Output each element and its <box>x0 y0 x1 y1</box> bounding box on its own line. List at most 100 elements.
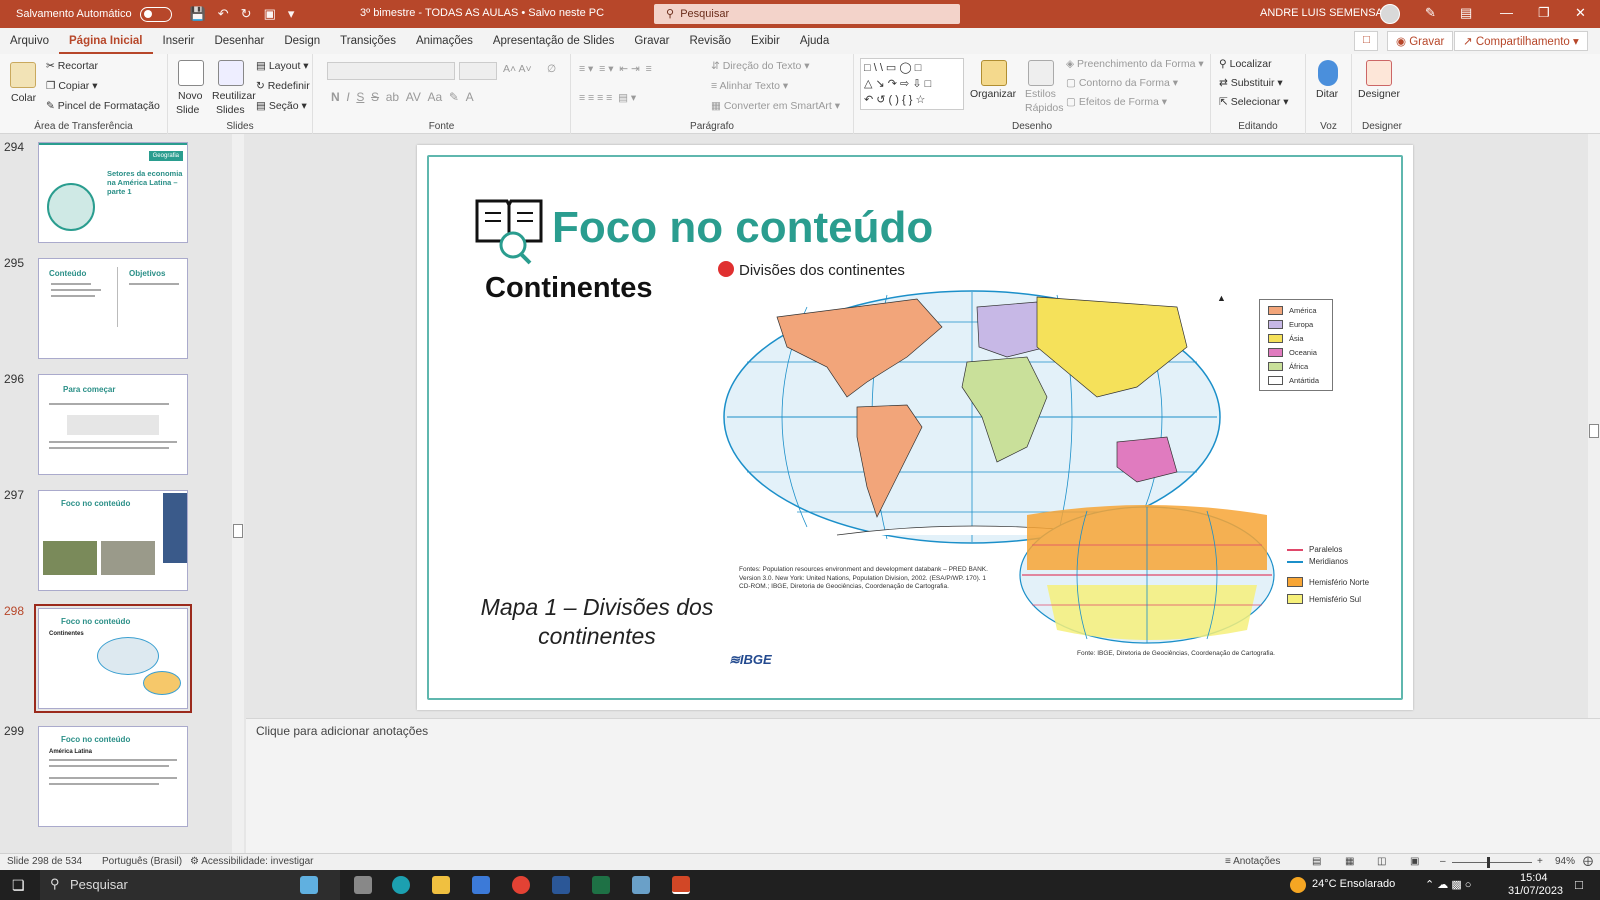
shape-fill-button[interactable]: ◈ Preenchimento da Forma ▾ <box>1066 58 1204 70</box>
align-icons[interactable]: ≡ ≡ ≡ ≡ ▤ ▾ <box>579 92 636 104</box>
notifications-icon[interactable]: □ <box>1575 877 1583 892</box>
zoom-in-icon[interactable]: + <box>1537 856 1543 867</box>
clock-time[interactable]: 15:04 <box>1520 872 1548 884</box>
zoom-out-icon[interactable]: – <box>1440 856 1446 867</box>
tab-transicoes[interactable]: Transições <box>330 28 406 54</box>
paste-button[interactable]: Colar <box>11 92 36 104</box>
ribbon-display-icon[interactable]: ▤ <box>1460 5 1472 21</box>
language-status[interactable]: Português (Brasil) <box>102 856 182 867</box>
tab-animacoes[interactable]: Animações <box>406 28 483 54</box>
notes-button[interactable]: ≡ Anotações <box>1225 856 1280 867</box>
reuse-slides-button[interactable]: Reutilizar <box>212 90 256 102</box>
slide-thumbnail-295[interactable]: Conteúdo Objetivos <box>38 258 188 359</box>
layout-button[interactable]: ▤ Layout ▾ <box>256 60 309 72</box>
clock-date[interactable]: 31/07/2023 <box>1508 885 1563 897</box>
tab-pagina-inicial[interactable]: Página Inicial <box>59 28 153 54</box>
current-slide[interactable]: Foco no conteúdo Continentes Divisões do… <box>417 145 1413 710</box>
format-painter-button[interactable]: ✎ Pincel de Formatação <box>46 100 160 112</box>
shape-outline-button[interactable]: ▢ Contorno da Forma ▾ <box>1066 77 1178 89</box>
tab-design[interactable]: Design <box>274 28 330 54</box>
list-icons[interactable]: ≡ ▾ ≡ ▾ ⇤ ⇥ ≡ <box>579 63 652 75</box>
edge-icon[interactable] <box>392 876 410 894</box>
slide-thumbnail-296[interactable]: Para começar <box>38 374 188 475</box>
select-button[interactable]: ⇱ Selecionar ▾ <box>1219 96 1289 108</box>
vertical-scrollbar[interactable] <box>1588 134 1600 718</box>
reset-button[interactable]: ↻ Redefinir <box>256 80 310 92</box>
find-button[interactable]: ⚲ Localizar <box>1219 58 1272 70</box>
slide-thumbnail-298[interactable]: Foco no conteúdo Continentes <box>34 604 192 713</box>
tab-exibir[interactable]: Exibir <box>741 28 790 54</box>
reuse-slides-icon[interactable] <box>218 60 244 86</box>
section-button[interactable]: ▤ Seção ▾ <box>256 100 307 112</box>
accessibility-status[interactable]: ⚙ Acessibilidade: investigar <box>190 856 313 867</box>
shapes-gallery[interactable]: □ \ \ ▭ ◯ □ △ ↘ ↷ ⇨ ⇩ □ ↶ ↺ ( ) { } ☆ <box>860 58 964 110</box>
chrome-icon[interactable] <box>512 876 530 894</box>
slide-thumbnail-294[interactable]: Geografia Setores da economia na América… <box>38 142 188 243</box>
new-slide-button[interactable]: Novo <box>178 90 203 102</box>
font-size-select[interactable] <box>459 62 497 80</box>
slide-thumbnail-299[interactable]: Foco no conteúdo América Latina <box>38 726 188 827</box>
scroll-thumb[interactable] <box>233 524 243 538</box>
clear-format-icon[interactable]: ∅ <box>547 63 556 75</box>
text-direction-button[interactable]: ⇵ Direção do Texto ▾ <box>711 60 810 72</box>
powerpoint-icon[interactable] <box>672 876 690 894</box>
quick-styles-icon[interactable] <box>1028 60 1054 86</box>
close-icon[interactable]: ✕ <box>1575 5 1586 21</box>
tab-ajuda[interactable]: Ajuda <box>790 28 839 54</box>
reading-view-icon[interactable]: ◫ <box>1377 856 1386 867</box>
autosave-toggle[interactable] <box>139 6 172 22</box>
notes-pane[interactable]: Clique para adicionar anotações <box>246 718 1600 853</box>
slide-thumbnail-297[interactable]: Foco no conteúdo <box>38 490 188 591</box>
normal-view-icon[interactable]: ▤ <box>1312 856 1321 867</box>
tab-apresentacao[interactable]: Apresentação de Slides <box>483 28 624 54</box>
arrange-icon[interactable] <box>981 60 1007 86</box>
text-format-icons[interactable]: N I S S ab AV Aa ✎ A <box>331 90 474 104</box>
share-button[interactable]: ↗ Compartilhamento ▾ <box>1454 31 1588 51</box>
microphone-icon[interactable] <box>1318 60 1338 86</box>
weather-text[interactable]: 24°C Ensolarado <box>1312 878 1395 890</box>
search-box[interactable]: ⚲ Pesquisar <box>654 4 960 24</box>
font-family-select[interactable] <box>327 62 455 80</box>
paste-icon[interactable] <box>10 62 36 88</box>
pen-icon[interactable]: ✎ <box>1425 5 1436 21</box>
word-icon[interactable] <box>552 876 570 894</box>
user-name[interactable]: ANDRE LUIS SEMENSATO <box>1260 7 1397 19</box>
customize-qat-icon[interactable]: ▾ <box>288 6 295 22</box>
comments-icon[interactable]: □ <box>1354 31 1378 51</box>
weather-icon[interactable] <box>1290 877 1306 893</box>
replace-button[interactable]: ⇄ Substituir ▾ <box>1219 77 1283 89</box>
increase-font-icon[interactable]: A˄ A˅ <box>503 63 532 75</box>
thumbnail-scrollbar[interactable] <box>232 134 244 853</box>
smartart-button[interactable]: ▦ Converter em SmartArt ▾ <box>711 100 840 112</box>
maximize-icon[interactable]: ❐ <box>1538 5 1550 21</box>
arrange-button[interactable]: Organizar <box>970 88 1016 100</box>
save-icon[interactable]: 💾 <box>190 6 206 22</box>
tab-revisao[interactable]: Revisão <box>679 28 741 54</box>
tab-arquivo[interactable]: Arquivo <box>0 28 59 54</box>
tray-icons[interactable]: ⌃ ☁ ▩ ○ <box>1425 878 1471 891</box>
redo-icon[interactable]: ↻ <box>241 6 252 22</box>
fit-slide-icon[interactable]: ⨁ <box>1583 856 1593 867</box>
minimize-icon[interactable]: — <box>1500 5 1513 20</box>
slideshow-icon[interactable]: ▣ <box>1410 856 1419 867</box>
news-widget-icon[interactable] <box>300 876 318 894</box>
new-slide-icon[interactable] <box>178 60 204 86</box>
app-icon[interactable] <box>632 876 650 894</box>
taskbar-search[interactable]: ⚲ Pesquisar <box>40 870 340 900</box>
tab-desenhar[interactable]: Desenhar <box>204 28 274 54</box>
scroll-thumb[interactable] <box>1589 424 1599 438</box>
shape-effects-button[interactable]: ▢ Efeitos de Forma ▾ <box>1066 96 1167 108</box>
copy-button[interactable]: ❐ Copiar ▾ <box>46 80 97 92</box>
windows-start-icon[interactable]: ❏ <box>12 877 25 894</box>
quick-styles-button[interactable]: Estilos <box>1025 88 1056 100</box>
tab-inserir[interactable]: Inserir <box>153 28 205 54</box>
avatar[interactable] <box>1380 4 1400 24</box>
undo-icon[interactable]: ↶ <box>218 6 229 22</box>
file-explorer-icon[interactable] <box>432 876 450 894</box>
zoom-slider-thumb[interactable] <box>1487 857 1490 868</box>
designer-button[interactable]: Designer <box>1358 88 1400 100</box>
store-icon[interactable] <box>472 876 490 894</box>
excel-icon[interactable] <box>592 876 610 894</box>
present-icon[interactable]: ▣ <box>264 6 276 22</box>
cut-button[interactable]: ✂ Recortar <box>46 60 98 72</box>
